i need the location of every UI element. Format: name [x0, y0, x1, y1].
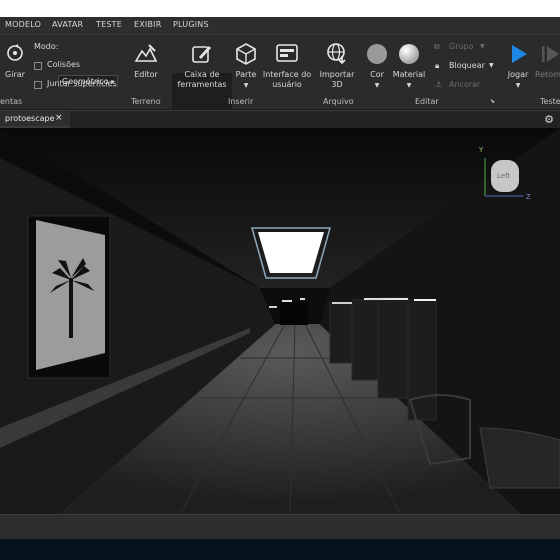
window-top-strip	[0, 0, 560, 17]
material-chevron-down-icon[interactable]: ▼	[403, 81, 415, 91]
tab-label: protoescape	[5, 114, 55, 123]
anchor-icon: ⚓︎	[435, 80, 443, 89]
3d-viewport[interactable]: Left Y Z	[0, 128, 560, 514]
group-icon: ⧉	[434, 42, 440, 51]
menu-teste[interactable]: TESTE	[96, 20, 122, 29]
import3d-label-2: 3D	[331, 80, 343, 89]
color-chevron-down-icon[interactable]: ▼	[371, 81, 383, 91]
ribbon-toolbar: Girar Modo: Geométrico ▾ Colisões Juntar…	[0, 35, 560, 130]
toolbox-label-1: Caixa de	[184, 70, 220, 79]
toolbox-icon	[192, 46, 211, 63]
menu-plugins[interactable]: PLUGINS	[173, 20, 209, 29]
bottom-panel	[0, 514, 560, 540]
lock-chevron-down-icon[interactable]: ▼	[489, 61, 494, 71]
axis-z-label: Z	[526, 193, 531, 201]
toolbox-label-2: ferramentas	[177, 80, 227, 89]
color-icon[interactable]	[366, 43, 388, 65]
axis-y-label: Y	[479, 146, 484, 154]
menu-avatar[interactable]: AVATAR	[52, 20, 83, 29]
group-label-test: Teste	[540, 97, 560, 106]
collisions-checkbox[interactable]	[34, 62, 42, 70]
taskbar	[0, 539, 560, 560]
group-label-insert: Inserir	[228, 97, 254, 106]
material-label: Material	[392, 70, 426, 79]
play-label: Jogar	[507, 70, 529, 79]
group-label-file: Arquivo	[323, 97, 354, 106]
resume-label: Retom	[535, 70, 560, 79]
group-label: Grupo	[449, 42, 474, 51]
terrain-editor-icon[interactable]	[134, 43, 158, 65]
editor-label: Editor	[134, 70, 158, 79]
edit-expand-icon[interactable]: ⬊	[490, 98, 495, 105]
resume-icon	[542, 46, 559, 62]
ui-label-1: Interface do	[262, 70, 312, 79]
group-chevron-down-icon: ▼	[480, 43, 485, 50]
gear-icon[interactable]: ⚙	[544, 113, 554, 126]
part-icon[interactable]	[235, 42, 257, 66]
part-label: Parte	[235, 70, 257, 79]
group-label-tools: entas	[0, 97, 23, 106]
join-surfaces-checkbox[interactable]	[34, 81, 42, 89]
color-label: Cor	[370, 70, 384, 79]
collisions-label: Colisões	[47, 60, 81, 69]
scene-render	[0, 128, 560, 514]
lock-label[interactable]: Bloquear	[449, 61, 485, 71]
play-chevron-down-icon[interactable]: ▼	[512, 81, 524, 91]
group-label-terrain: Terreno	[131, 97, 161, 106]
material-icon[interactable]	[398, 43, 420, 65]
document-tab-bar: protoescape × ⚙	[0, 110, 560, 128]
ui-label-2: usuário	[272, 80, 302, 89]
rotate-icon[interactable]	[5, 43, 25, 63]
view-cube-face-label: Left	[497, 172, 511, 180]
menu-exibir[interactable]: EXIBIR	[134, 20, 162, 29]
close-icon[interactable]: ×	[55, 113, 63, 123]
lock-icon: 🔒︎	[435, 61, 440, 70]
tab-protoescape[interactable]: protoescape ×	[0, 111, 70, 128]
menu-bar: MODELO AVATAR TESTE EXIBIR PLUGINS	[0, 17, 560, 35]
view-cube[interactable]: Left Y Z	[479, 146, 531, 201]
mode-label: Modo:	[34, 42, 59, 51]
user-interface-icon[interactable]	[276, 44, 298, 62]
import3d-label-1: Importar	[319, 70, 355, 79]
play-icon[interactable]	[509, 43, 529, 65]
rotate-label: Girar	[5, 70, 25, 79]
anchor-label: Ancorar	[449, 80, 481, 89]
part-chevron-down-icon[interactable]: ▼	[240, 81, 252, 91]
join-surfaces-label: Juntar superfícies	[47, 79, 117, 88]
group-label-edit: Editar	[415, 97, 439, 106]
menu-modelo[interactable]: MODELO	[5, 20, 41, 29]
import-3d-icon[interactable]	[326, 42, 348, 64]
